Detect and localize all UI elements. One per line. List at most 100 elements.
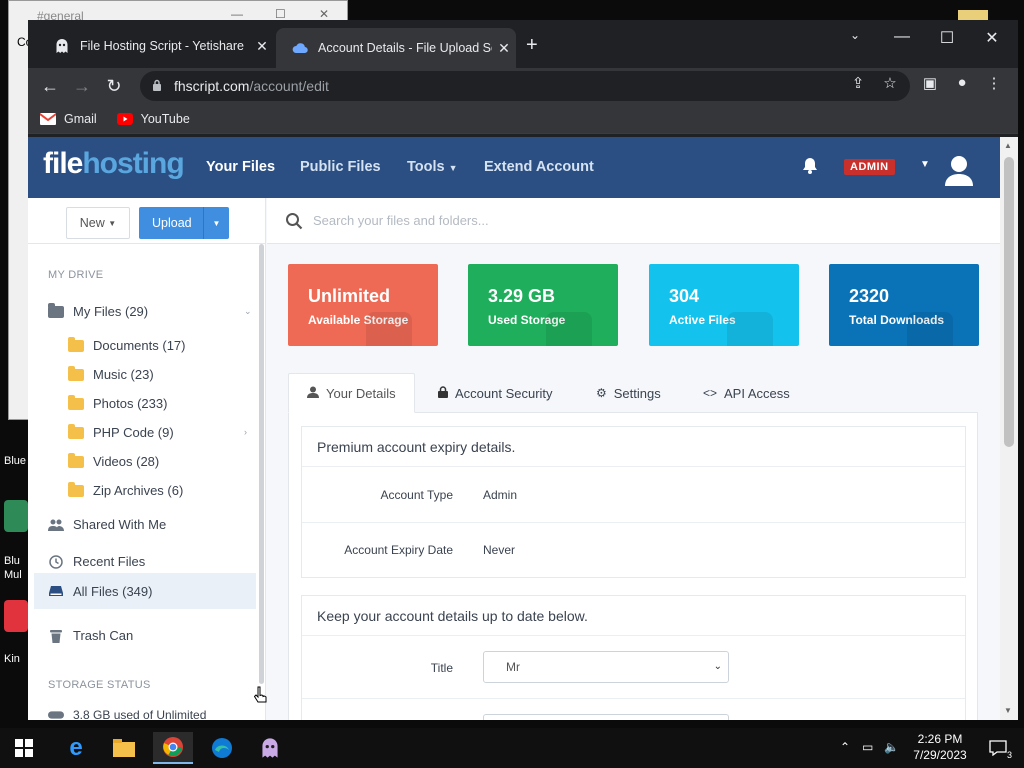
windows-start-icon[interactable] (4, 732, 44, 764)
sidebar-scrollbar[interactable] (259, 244, 264, 684)
sidebar-folder-php-code[interactable]: PHP Code (9) (68, 423, 174, 440)
volume-muted-icon[interactable]: 🔈 (884, 740, 899, 754)
site-logo[interactable]: filehosting (43, 147, 185, 181)
share-icon[interactable]: ⇪ (846, 74, 870, 92)
yetishare-ghost-icon[interactable] (250, 732, 290, 764)
chrome-icon[interactable] (153, 732, 193, 764)
profile-icon[interactable]: ● (950, 74, 974, 91)
sidebar-folder-photos[interactable]: Photos (233) (68, 394, 167, 411)
bookmark-youtube[interactable]: YouTube (116, 112, 190, 126)
sidebar-folder-music[interactable]: Music (23) (68, 365, 154, 382)
close-tab-icon[interactable]: ✕ (492, 40, 516, 57)
account-expiry-label: Account Expiry Date (344, 543, 453, 557)
panel-heading: Keep your account details up to date bel… (302, 596, 965, 636)
next-field-input[interactable] (483, 714, 729, 720)
tab-search-icon[interactable]: ⌄ (843, 28, 867, 42)
new-tab-icon[interactable]: + (526, 34, 538, 57)
scrollbar-thumb[interactable] (1004, 157, 1014, 447)
desktop-icon-label: Blue (4, 455, 27, 467)
browser-toolbar: ← → ↻ fhscript.com/account/edit ⇪ ☆ ▣ ● … (28, 68, 1018, 104)
user-avatar-icon[interactable] (944, 154, 974, 186)
sidebar: New ▼ Upload ▼ MY DRIVE My Files (29) ⌄ … (28, 198, 266, 720)
bookmark-gmail[interactable]: Gmail (39, 112, 97, 126)
account-type-value: Admin (483, 488, 518, 502)
minimize-icon[interactable]: — (231, 7, 243, 21)
chevron-down-icon[interactable]: ▼ (920, 159, 930, 170)
desktop-app-icon[interactable] (4, 600, 28, 632)
yetishare-ghost-icon (54, 38, 70, 54)
notification-count: 3 (1006, 750, 1012, 760)
upload-dropdown-toggle[interactable]: ▼ (203, 207, 229, 239)
bell-icon[interactable] (802, 157, 818, 179)
folder-icon (68, 423, 84, 440)
chevron-down-icon: ▼ (108, 218, 117, 228)
tab-yetishare[interactable]: File Hosting Script - Yetishare ✕ (38, 30, 274, 62)
nav-your-files[interactable]: Your Files (206, 159, 275, 175)
stat-card-total-downloads: 2320 Total Downloads (829, 264, 979, 346)
forward-arrow-icon[interactable]: → (70, 74, 94, 98)
title-select[interactable]: Mr ⌄ (483, 651, 729, 683)
upload-button[interactable]: Upload ▼ (139, 207, 229, 239)
expiry-details-panel: Premium account expiry details. Account … (301, 426, 966, 578)
file-search-bar (267, 198, 1000, 244)
sidebar-item-recent[interactable]: Recent Files (48, 554, 145, 569)
taskbar-clock[interactable]: 2:26 PM 7/29/2023 (908, 731, 972, 763)
users-icon (48, 518, 64, 532)
side-panel-icon[interactable]: ▣ (918, 74, 942, 92)
scroll-up-icon[interactable]: ▲ (1004, 141, 1012, 150)
file-icon (727, 312, 773, 346)
sidebar-folder-zip-archives[interactable]: Zip Archives (6) (68, 481, 183, 498)
chevron-right-icon[interactable]: › (244, 427, 247, 437)
sidebar-folder-videos[interactable]: Videos (28) (68, 452, 159, 469)
nav-extend-account[interactable]: Extend Account (484, 159, 594, 175)
chevron-down-icon[interactable]: ⌄ (244, 306, 252, 317)
gmail-icon (39, 112, 57, 125)
sidebar-folder-documents[interactable]: Documents (17) (68, 336, 185, 353)
stat-value: 2320 (849, 286, 890, 306)
scroll-down-icon[interactable]: ▼ (1004, 706, 1012, 715)
file-explorer-icon[interactable] (104, 732, 144, 764)
folder-icon (68, 481, 84, 498)
reload-icon[interactable]: ↻ (102, 74, 126, 98)
stat-value: 3.29 GB (488, 286, 556, 306)
tab-your-details[interactable]: Your Details (288, 373, 415, 413)
stat-value: Unlimited (308, 286, 391, 306)
minimize-icon[interactable]: — (890, 28, 914, 46)
sidebar-actions: New ▼ Upload ▼ (28, 198, 266, 244)
close-tab-icon[interactable]: ✕ (250, 38, 274, 55)
desktop-icon-label: Kin (4, 653, 20, 665)
sidebar-item-all-files[interactable]: All Files (349) (34, 573, 256, 609)
admin-badge[interactable]: ADMIN (844, 159, 895, 175)
back-arrow-icon[interactable]: ← (38, 74, 62, 98)
clock-icon (48, 554, 64, 569)
nav-public-files[interactable]: Public Files (300, 159, 381, 175)
close-icon[interactable]: ✕ (319, 7, 329, 21)
tab-account-details[interactable]: Account Details - File Upload Scr ✕ (276, 28, 516, 68)
tab-settings[interactable]: ⚙ Settings (578, 373, 679, 413)
stat-card-available-storage: Unlimited Available Storage (288, 264, 438, 346)
close-window-icon[interactable]: ✕ (980, 28, 1004, 48)
tab-account-security[interactable]: Account Security (420, 373, 571, 413)
search-input[interactable] (313, 213, 913, 228)
desktop-app-icon[interactable] (4, 500, 28, 532)
nav-tools[interactable]: Tools ▼ (407, 159, 458, 175)
sidebar-item-my-files[interactable]: My Files (29) (48, 302, 148, 319)
sidebar-item-trash[interactable]: Trash Can (48, 628, 133, 643)
maximize-icon[interactable]: ☐ (275, 7, 286, 21)
internet-explorer-icon[interactable]: e (56, 732, 96, 764)
edge-icon[interactable] (202, 732, 242, 764)
page-scrollbar[interactable]: ▲ ▼ (1000, 137, 1018, 720)
menu-kebab-icon[interactable]: ⋮ (982, 74, 1006, 92)
youtube-icon (116, 112, 133, 125)
new-button[interactable]: New ▼ (66, 207, 130, 239)
notifications-icon[interactable]: 3 (978, 732, 1018, 764)
maximize-icon[interactable]: ☐ (935, 28, 959, 48)
network-icon[interactable]: ▭ (862, 740, 873, 754)
download-icon (907, 312, 953, 346)
title-label: Title (430, 661, 453, 675)
address-bar[interactable]: fhscript.com/account/edit (140, 71, 910, 101)
tab-api-access[interactable]: <> API Access (685, 373, 808, 413)
chevron-up-icon[interactable]: ⌃ (840, 740, 850, 754)
sidebar-item-shared[interactable]: Shared With Me (48, 517, 166, 532)
bookmark-star-icon[interactable]: ☆ (878, 74, 902, 92)
